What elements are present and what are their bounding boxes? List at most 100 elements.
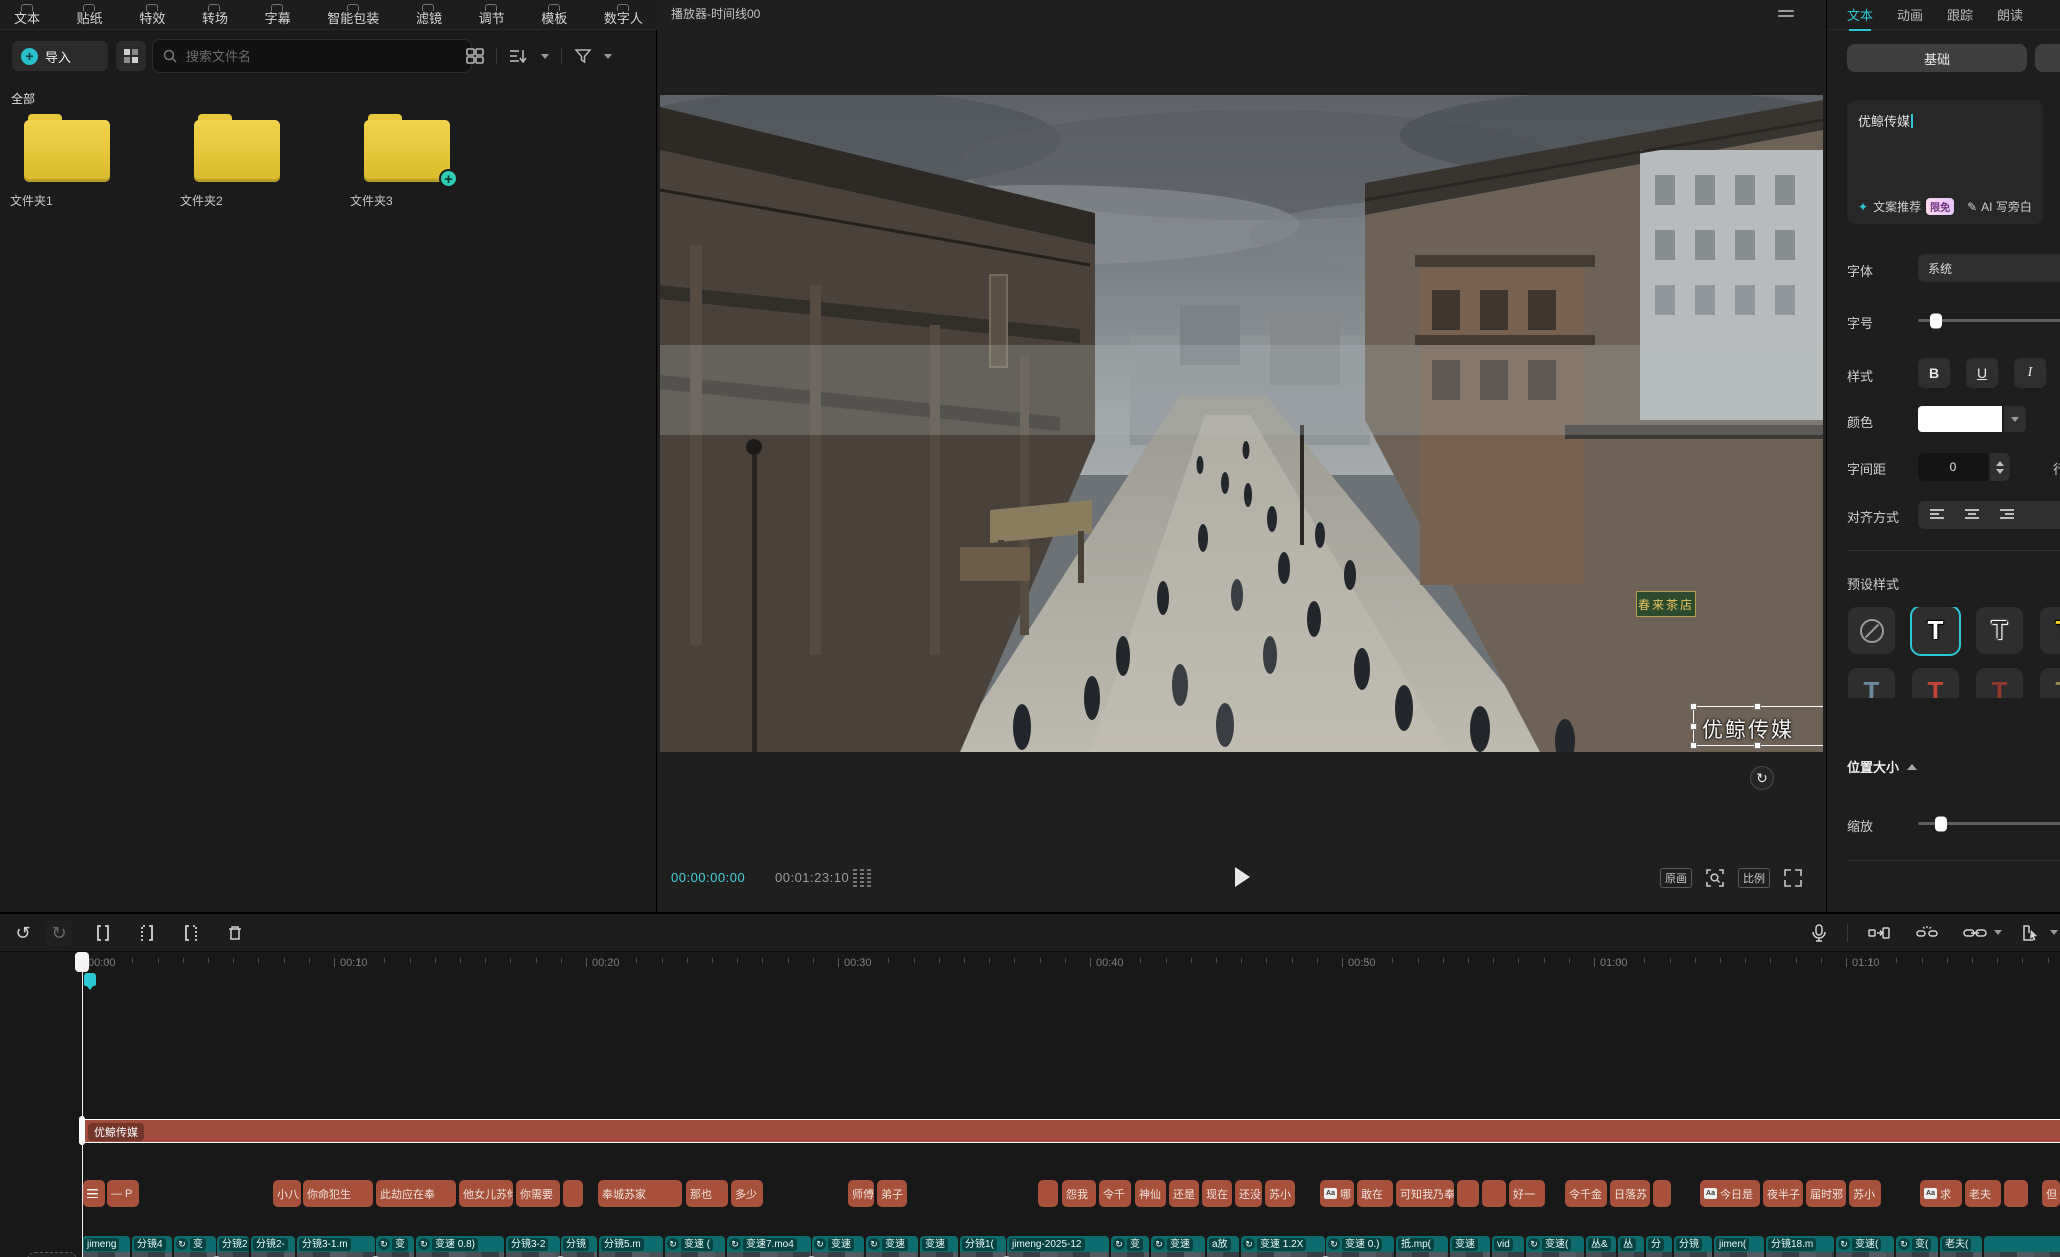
color-dropdown[interactable] <box>2004 406 2026 432</box>
align-center-icon[interactable] <box>1964 508 1980 522</box>
selection-handle[interactable] <box>1690 723 1697 730</box>
underline-button[interactable]: U <box>1966 358 1998 388</box>
subtitle-clip[interactable]: 敢在 <box>1357 1180 1393 1207</box>
subtitle-clip[interactable]: 好一 <box>1509 1180 1545 1207</box>
subtitle-clip[interactable]: 小八 <box>273 1180 301 1207</box>
chevron-down-icon[interactable] <box>604 54 612 59</box>
font-select[interactable]: 系统 <box>1918 254 2060 282</box>
original-quality-button[interactable]: 原画 <box>1660 868 1692 888</box>
subtitle-clip[interactable]: Aa今日是 <box>1700 1180 1760 1207</box>
align-right-icon[interactable] <box>1998 508 2014 522</box>
next-tab-partial[interactable] <box>2035 44 2060 72</box>
preview-canvas[interactable]: 春来茶店 优鲸传媒 <box>660 95 1823 752</box>
video-clip[interactable]: 分镜18.m <box>1766 1236 1834 1257</box>
video-clip[interactable]: ↻变速 0.8) <box>416 1236 504 1257</box>
material-grid-button[interactable] <box>116 41 146 71</box>
video-clip[interactable]: 分镜1( <box>960 1236 1006 1257</box>
video-clip[interactable]: 分镜2- <box>251 1236 295 1257</box>
video-clip[interactable]: ↻变( <box>1896 1236 1938 1257</box>
subtitle-clip[interactable]: 可知我乃奉 <box>1396 1180 1454 1207</box>
play-button[interactable] <box>1235 867 1257 889</box>
video-clip[interactable]: 抵.mp( <box>1396 1236 1448 1257</box>
record-voiceover-button[interactable] <box>1806 920 1832 946</box>
search-input[interactable] <box>184 48 461 65</box>
subtitle-clip[interactable]: Aa哪 <box>1320 1180 1354 1207</box>
subtitle-clip[interactable]: 师傅 <box>848 1180 874 1207</box>
subtitle-clip[interactable]: 神仙 <box>1135 1180 1166 1207</box>
video-clip[interactable]: ↻变 <box>1111 1236 1149 1257</box>
video-clip[interactable]: 丛 <box>1618 1236 1644 1257</box>
subtitle-clip[interactable]: 多少 <box>731 1180 763 1207</box>
linkage-button[interactable] <box>1914 920 1940 946</box>
menu-tab-智能包装[interactable]: 智能包装 <box>327 4 379 25</box>
subtitle-clip[interactable]: 苏小 <box>1265 1180 1295 1207</box>
subtitle-clip[interactable]: 他女儿苏倾城 <box>459 1180 513 1207</box>
menu-tab-转场[interactable]: 转场 <box>202 4 228 25</box>
filter-icon[interactable] <box>574 48 592 64</box>
text-input-area[interactable]: 优鲸传媒 ✦ 文案推荐 限免 ✎ AI 写旁白 <box>1847 100 2043 224</box>
video-clip[interactable]: 变速 <box>1450 1236 1490 1257</box>
inspector-tab-文本[interactable]: 文本 <box>1847 5 1873 24</box>
player-menu-icon[interactable] <box>1778 7 1794 20</box>
subtitle-clip[interactable]: 令千金 <box>1565 1180 1607 1207</box>
delete-button[interactable] <box>222 920 248 946</box>
text-track-clip[interactable]: 优鲸传媒 <box>82 1119 2060 1143</box>
video-clip[interactable]: ↻变速 ( <box>665 1236 725 1257</box>
subtitle-clip[interactable]: 你命犯生 <box>303 1180 373 1207</box>
undo-button[interactable]: ↺ <box>10 920 36 946</box>
video-clip[interactable]: 分 <box>1646 1236 1672 1257</box>
subtitle-clip[interactable]: 老夫 <box>1965 1180 2001 1207</box>
split-right-button[interactable] <box>178 920 204 946</box>
video-clip[interactable]: 分镜 <box>561 1236 597 1257</box>
subtitle-clip[interactable]: 夜半子 <box>1763 1180 1803 1207</box>
position-size-header[interactable]: 位置大小 <box>1847 757 1917 776</box>
folder-item[interactable]: 文件夹2 <box>180 112 306 209</box>
playhead-handle[interactable] <box>75 952 89 972</box>
preset-tile[interactable]: T <box>1912 668 1959 698</box>
subtitle-clip[interactable]: 令千 <box>1099 1180 1131 1207</box>
preset-tile[interactable]: T <box>1976 607 2023 654</box>
menu-tab-调节[interactable]: 调节 <box>479 4 505 25</box>
video-clip[interactable]: 分镜3-1.m <box>297 1236 375 1257</box>
subtitle-clip[interactable]: 现在 <box>1202 1180 1232 1207</box>
folder-add-badge[interactable]: + <box>439 169 458 188</box>
video-clip[interactable]: ↻变速 1.2X <box>1241 1236 1325 1257</box>
preset-tile[interactable]: T <box>1976 668 2023 698</box>
video-clip[interactable]: ↻变速 <box>866 1236 918 1257</box>
video-clip[interactable]: ↻变速 <box>812 1236 864 1257</box>
folder-item[interactable]: +文件夹3 <box>350 112 476 209</box>
video-clip[interactable]: ↻变 <box>174 1236 216 1257</box>
basic-tab[interactable]: 基础 <box>1847 44 2027 72</box>
video-clip[interactable]: a放 <box>1207 1236 1239 1257</box>
preset-tile[interactable]: T <box>2040 668 2060 698</box>
font-size-slider[interactable] <box>1918 319 2060 322</box>
grid-view-icon[interactable] <box>466 48 484 64</box>
search-box[interactable] <box>152 39 472 73</box>
bold-button[interactable]: B <box>1918 358 1950 388</box>
preset-tile[interactable] <box>1848 607 1895 654</box>
subtitle-clip[interactable] <box>83 1180 105 1207</box>
slider-thumb[interactable] <box>1930 313 1942 328</box>
subtitle-clip[interactable]: 还是 <box>1169 1180 1199 1207</box>
selection-handle[interactable] <box>1754 703 1761 710</box>
subtitle-clip[interactable]: 但 <box>2042 1180 2060 1207</box>
inspector-tab-跟踪[interactable]: 跟踪 <box>1947 5 1973 24</box>
subtitle-clip[interactable]: — P <box>107 1180 139 1207</box>
color-swatch[interactable] <box>1918 406 2002 432</box>
menu-tab-字幕[interactable]: 字幕 <box>265 4 291 25</box>
subtitle-clip[interactable]: 怨我 <box>1062 1180 1096 1207</box>
ratio-button[interactable]: 比例 <box>1738 868 1770 888</box>
cover-button[interactable]: 封面 <box>27 1252 77 1257</box>
split-left-button[interactable] <box>134 920 160 946</box>
subtitle-clip[interactable] <box>1457 1180 1479 1207</box>
video-clip[interactable]: 分镜4 <box>132 1236 172 1257</box>
auto-snap-button[interactable] <box>1866 920 1892 946</box>
split-button[interactable] <box>90 920 116 946</box>
rotate-handle-icon[interactable]: ↻ <box>1750 766 1774 790</box>
video-clip[interactable]: 分镜3-2 <box>506 1236 560 1257</box>
playhead[interactable] <box>82 952 83 1257</box>
video-clip[interactable]: 分镜5.m <box>599 1236 663 1257</box>
menu-tab-模板[interactable]: 模板 <box>541 4 567 25</box>
video-clip[interactable]: ↻变速 0.) <box>1326 1236 1394 1257</box>
preset-tile[interactable]: T <box>1912 607 1959 654</box>
